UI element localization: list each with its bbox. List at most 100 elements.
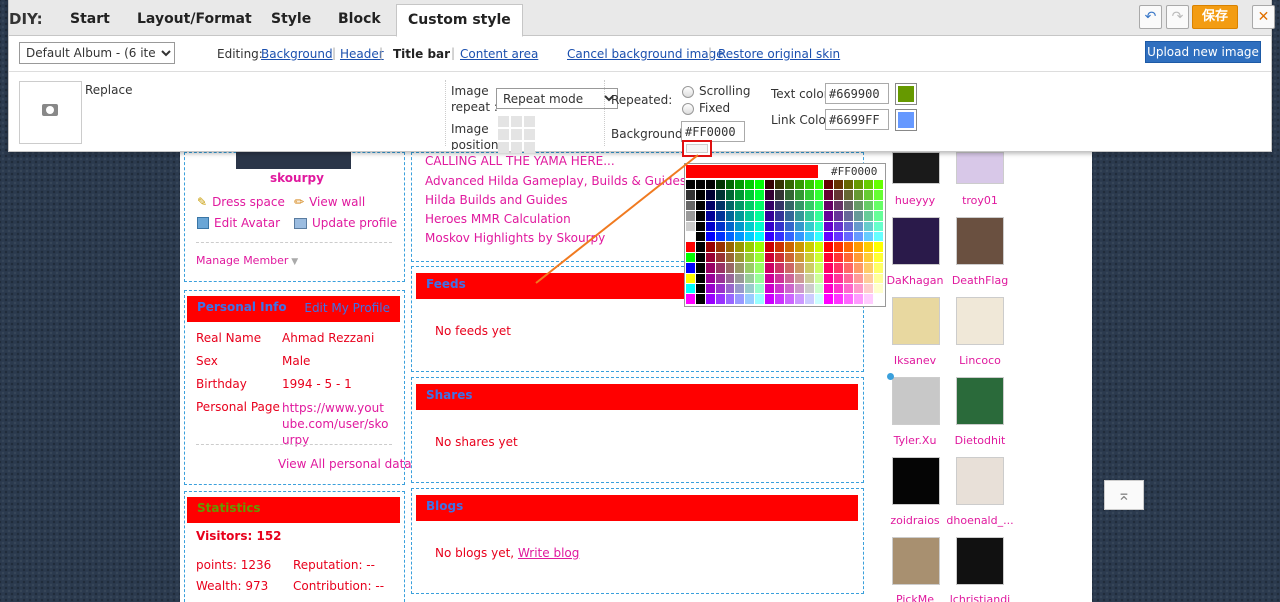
scrolling-radio[interactable] [682,86,694,98]
color-cell[interactable] [804,190,815,201]
color-cell[interactable] [725,294,736,305]
color-cell[interactable] [794,231,805,243]
color-cell[interactable] [854,221,865,232]
color-cell[interactable] [844,221,855,232]
color-cell[interactable] [686,190,696,201]
color-cell[interactable] [854,283,865,295]
color-cell[interactable] [864,231,874,243]
color-cell[interactable] [705,231,716,243]
color-cell[interactable] [794,211,805,222]
color-cell[interactable] [784,273,795,284]
color-cell[interactable] [804,263,815,274]
color-cell[interactable] [695,263,706,274]
color-cell[interactable] [804,211,815,222]
close-button[interactable]: ✕ [1252,5,1275,29]
color-cell[interactable] [784,231,795,243]
article-link[interactable]: Hilda Builds and Guides [425,193,568,207]
color-cell[interactable] [735,242,746,253]
color-cell[interactable] [873,231,884,243]
color-cell[interactable] [775,211,785,222]
color-cell[interactable] [765,294,776,305]
color-cell[interactable] [745,221,756,232]
color-cell[interactable] [854,231,865,243]
color-cell[interactable] [784,263,795,274]
color-cell[interactable] [794,190,805,201]
color-cell[interactable] [834,180,845,191]
color-cell[interactable] [814,221,825,232]
color-cell[interactable] [755,200,766,212]
color-cell[interactable] [765,263,776,274]
color-cell[interactable] [804,273,815,284]
color-cell[interactable] [735,263,746,274]
color-cell[interactable] [804,231,815,243]
color-cell[interactable] [873,180,884,191]
color-cell[interactable] [695,294,706,305]
color-cell[interactable] [715,221,726,232]
color-cell[interactable] [873,200,884,212]
color-cell[interactable] [715,294,726,305]
color-cell[interactable] [824,180,835,191]
color-cell[interactable] [854,252,865,264]
color-cell[interactable] [735,231,746,243]
color-cell[interactable] [824,190,835,201]
color-cell[interactable] [705,294,716,305]
color-cell[interactable] [765,283,776,295]
member-name[interactable]: Dietodhit [945,434,1015,447]
color-cell[interactable] [834,200,845,212]
color-cell[interactable] [686,211,696,222]
color-cell[interactable] [804,242,815,253]
color-cell[interactable] [725,200,736,212]
color-cell[interactable] [695,242,706,253]
username[interactable]: skourpy [270,171,324,185]
color-cell[interactable] [755,180,766,191]
color-cell[interactable] [695,190,706,201]
edit-avatar-link[interactable]: Edit Avatar [197,216,280,230]
color-cell[interactable] [745,273,756,284]
color-cell[interactable] [804,221,815,232]
member-name[interactable]: dhoenald_... [945,514,1015,527]
color-cell[interactable] [725,180,736,191]
color-cell[interactable] [765,200,776,212]
color-cell[interactable] [705,221,716,232]
color-cell[interactable] [775,221,785,232]
color-cell[interactable] [715,242,726,253]
color-cell[interactable] [804,180,815,191]
member-avatar[interactable] [892,537,940,585]
color-cell[interactable] [854,200,865,212]
link-color-swatch[interactable] [895,109,917,131]
color-cell[interactable] [686,221,696,232]
color-cell[interactable] [844,211,855,222]
color-cell[interactable] [705,190,716,201]
color-cell[interactable] [784,180,795,191]
color-cell[interactable] [834,294,845,305]
color-cell[interactable] [834,221,845,232]
color-cell[interactable] [695,273,706,284]
article-link[interactable]: Advanced Hilda Gameplay, Builds & Guides [425,174,686,188]
color-cell[interactable] [775,294,785,305]
album-select[interactable]: Default Album - (6 items) [19,42,175,64]
member-name[interactable]: troy01 [945,194,1015,207]
member-avatar[interactable] [956,297,1004,345]
redo-button[interactable]: ↷ [1166,5,1189,29]
color-cell[interactable] [873,263,884,274]
color-cell[interactable] [705,180,716,191]
color-cell[interactable] [765,221,776,232]
edit-content-area-link[interactable]: Content area [460,47,538,61]
color-cell[interactable] [755,273,766,284]
color-cell[interactable] [775,273,785,284]
color-cell[interactable] [824,273,835,284]
edit-background-link[interactable]: Background [261,47,333,61]
color-cell[interactable] [686,283,696,295]
color-cell[interactable] [854,180,865,191]
color-cell[interactable] [775,200,785,212]
tab-layout-format[interactable]: Layout/Format [137,11,252,27]
color-cell[interactable] [873,252,884,264]
color-cell[interactable] [755,263,766,274]
write-blog-link[interactable]: Write blog [518,546,579,560]
color-cell[interactable] [794,294,805,305]
color-cell[interactable] [824,252,835,264]
text-color-input[interactable] [825,83,889,104]
color-cell[interactable] [804,294,815,305]
color-cell[interactable] [735,294,746,305]
member-name[interactable]: DaKhagan [880,274,950,287]
